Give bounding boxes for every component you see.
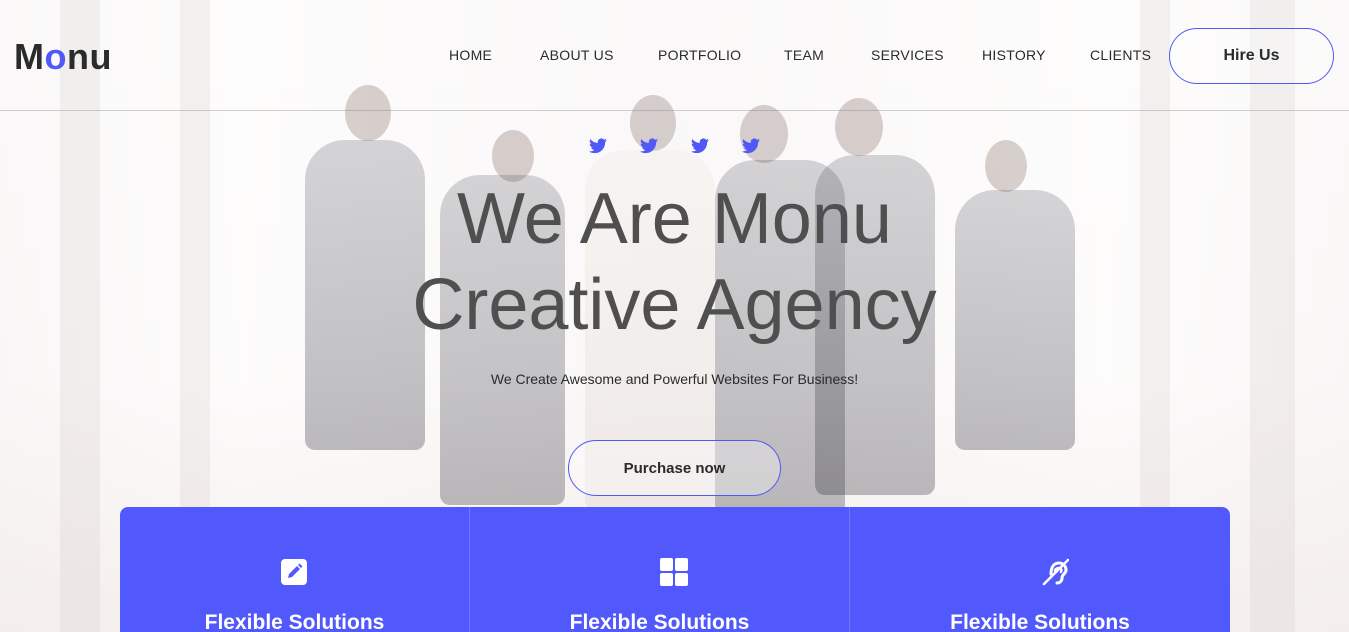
feature-title: Flexible Solutions	[950, 611, 1130, 632]
nav-item-history[interactable]: HISTORY	[982, 47, 1046, 63]
nav-item-portfolio[interactable]: PORTFOLIO	[658, 47, 741, 63]
feature-card: Flexible Solutions	[469, 507, 849, 632]
hire-us-button[interactable]: Hire Us	[1169, 28, 1334, 84]
nav-item-home[interactable]: HOME	[449, 47, 492, 63]
hero-title: We Are Monu Creative Agency	[0, 176, 1349, 348]
twitter-icon[interactable]	[589, 138, 609, 156]
grid-icon	[660, 558, 688, 586]
twitter-icon[interactable]	[691, 138, 711, 156]
feature-title: Flexible Solutions	[569, 611, 750, 632]
feature-card: Flexible Solutions	[849, 507, 1230, 632]
hero-subtitle: We Create Awesome and Powerful Websites …	[490, 371, 859, 387]
features-panel: Flexible Solutions Flexible Solutions Fl…	[120, 507, 1230, 632]
feature-card: Flexible Solutions	[120, 507, 469, 632]
twitter-icon[interactable]	[640, 138, 660, 156]
purchase-now-button[interactable]: Purchase now	[568, 440, 781, 496]
nav-item-team[interactable]: TEAM	[784, 47, 824, 63]
nav-item-services[interactable]: SERVICES	[871, 47, 944, 63]
feature-title: Flexible Solutions	[204, 611, 385, 632]
site-header: Monu HOME ABOUT US PORTFOLIO TEAM SERVIC…	[0, 0, 1349, 111]
twitter-icon[interactable]	[742, 138, 762, 156]
hero-title-line1: We Are Monu	[457, 179, 892, 259]
hero-title-line2: Creative Agency	[412, 265, 937, 345]
social-links	[587, 138, 767, 158]
brand-logo[interactable]: Monu	[14, 36, 112, 78]
nav-item-clients[interactable]: CLIENTS	[1090, 47, 1151, 63]
hearing-icon	[1041, 558, 1070, 586]
edit-icon	[280, 558, 308, 586]
nav-item-about-us[interactable]: ABOUT US	[540, 47, 614, 63]
